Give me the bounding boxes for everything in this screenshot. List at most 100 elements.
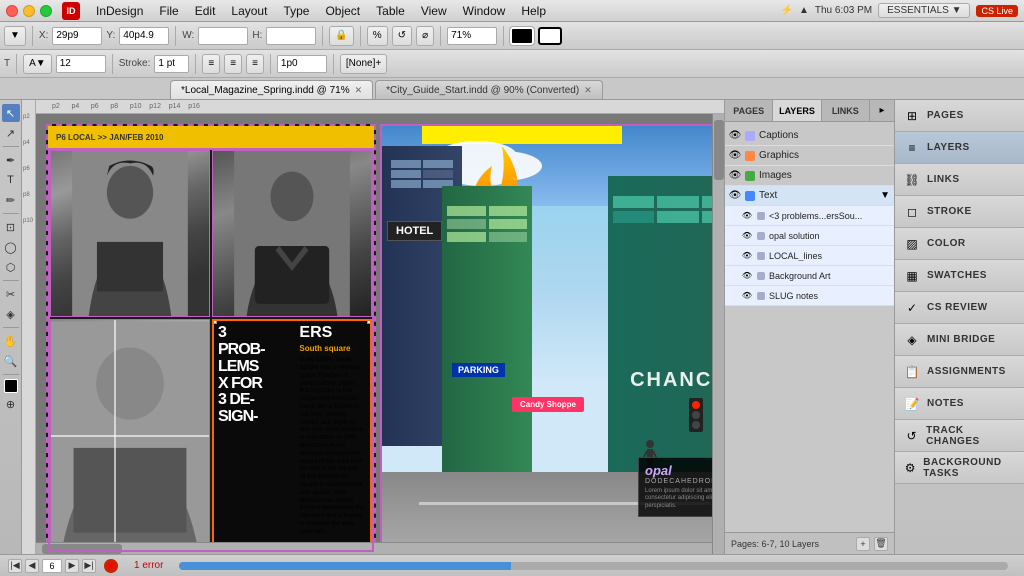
sidebar-item-background-tasks[interactable]: ⚙ BACKGROUND TASKS — [895, 452, 1024, 484]
h-size[interactable] — [266, 27, 316, 45]
page-number-input[interactable] — [42, 559, 62, 573]
eye-slug[interactable]: 👁 — [741, 290, 753, 302]
tool-gradient[interactable]: ◈ — [2, 305, 20, 323]
minimize-button[interactable] — [23, 5, 35, 17]
sidebar-item-mini-bridge[interactable]: ◈ MINI BRIDGE — [895, 324, 1024, 356]
sidebar-item-stroke[interactable]: ◻ STROKE — [895, 196, 1024, 228]
prev-page-btn[interactable]: ◀ — [25, 559, 39, 573]
expand-arrow[interactable]: ▼ — [880, 190, 890, 201]
next-page-btn[interactable]: ▶ — [65, 559, 79, 573]
font-size[interactable] — [56, 55, 106, 73]
tab-pages[interactable]: PAGES — [725, 100, 773, 121]
sidebar-item-layers[interactable]: ≡ LAYERS — [895, 132, 1024, 164]
tab-layers[interactable]: LAYERS — [773, 100, 821, 121]
scale-btn[interactable]: % — [367, 26, 388, 46]
sidebar-item-color[interactable]: ▨ COLOR — [895, 228, 1024, 260]
tool-scissors[interactable]: ✂ — [2, 285, 20, 303]
photo-woman[interactable] — [50, 150, 210, 317]
sidebar-item-cs-review[interactable]: ✓ CS REVIEW — [895, 292, 1024, 324]
menu-object[interactable]: Object — [317, 2, 368, 20]
menu-indesign[interactable]: InDesign — [88, 2, 151, 20]
align-center[interactable]: ≡ — [224, 54, 242, 74]
layer-captions[interactable]: 👁 Captions — [725, 126, 894, 146]
tab-close-1[interactable]: ✕ — [355, 85, 363, 96]
sidebar-item-notes[interactable]: 📝 NOTES — [895, 388, 1024, 420]
layer-bg-art[interactable]: 👁 Background Art — [725, 266, 894, 286]
canvas-area[interactable]: p2 p4 p6 p8 p10 p12 p14 p16 p2 p4 p6 p8 … — [22, 100, 724, 554]
tab-local-magazine[interactable]: *Local_Magazine_Spring.indd @ 71% ✕ — [170, 80, 373, 99]
last-page-btn[interactable]: ▶| — [82, 559, 96, 573]
layer-local-lines[interactable]: 👁 LOCAL_lines — [725, 246, 894, 266]
new-layer-btn[interactable]: + — [856, 537, 870, 551]
menu-window[interactable]: Window — [455, 2, 514, 20]
eye-opal[interactable]: 👁 — [741, 230, 753, 242]
tab-city-guide[interactable]: *City_Guide_Start.indd @ 90% (Converted)… — [375, 80, 603, 99]
tool-fill[interactable] — [4, 379, 18, 393]
tool-pen[interactable]: ✒ — [2, 151, 20, 169]
sidebar-item-links[interactable]: ⛓ LINKS — [895, 164, 1024, 196]
eye-bg-art[interactable]: 👁 — [741, 270, 753, 282]
menu-view[interactable]: View — [413, 2, 455, 20]
maximize-button[interactable] — [40, 5, 52, 17]
layer-images[interactable]: 👁 Images — [725, 166, 894, 186]
layer-problems[interactable]: 👁 <3 problems...ersSou... — [725, 206, 894, 226]
type-style-btn[interactable]: A▼ — [23, 54, 52, 74]
align-left[interactable]: ≡ — [202, 54, 220, 74]
panel-menu-btn[interactable]: ▸ — [870, 100, 894, 121]
tool-type[interactable]: T — [2, 171, 20, 189]
menu-table[interactable]: Table — [368, 2, 413, 20]
tool-hand[interactable]: ✋ — [2, 332, 20, 350]
tool-selector[interactable]: ▼ — [4, 26, 26, 46]
zoom-input[interactable] — [447, 27, 497, 45]
tab-close-2[interactable]: ✕ — [584, 85, 592, 96]
photo-man[interactable] — [212, 150, 372, 317]
scroll-thumb-h[interactable] — [42, 544, 122, 554]
tab-links[interactable]: LINKS — [822, 100, 870, 121]
essentials-button[interactable]: ESSENTIALS ▼ — [878, 3, 970, 18]
fill-btn[interactable] — [510, 27, 534, 45]
tool-zoom[interactable]: 🔍 — [2, 352, 20, 370]
stroke-weight[interactable] — [154, 55, 189, 73]
sidebar-item-swatches[interactable]: ▦ SWATCHES — [895, 260, 1024, 292]
y-position[interactable] — [119, 27, 169, 45]
tool-rect-frame[interactable]: ⊡ — [2, 218, 20, 236]
view-modes[interactable]: ⊕ — [2, 395, 20, 413]
sidebar-item-track-changes[interactable]: ↺ TRACK CHANGES — [895, 420, 1024, 452]
record-btn[interactable] — [104, 559, 118, 573]
layer-slug[interactable]: 👁 SLUG notes — [725, 286, 894, 306]
eye-graphics[interactable]: 👁 — [729, 150, 741, 162]
left-page[interactable]: P6 LOCAL >> JAN/FEB 2010 — [46, 124, 376, 554]
tool-ellipse-frame[interactable]: ◯ — [2, 238, 20, 256]
menu-layout[interactable]: Layout — [223, 2, 275, 20]
scroll-thumb-v[interactable] — [714, 120, 724, 180]
shear-btn[interactable]: ⌀ — [416, 26, 434, 46]
rotate-btn[interactable]: ↺ — [392, 26, 412, 46]
first-page-btn[interactable]: |◀ — [8, 559, 22, 573]
layer-text[interactable]: 👁 Text ▼ — [725, 186, 894, 206]
right-page[interactable]: HOTEL — [380, 124, 724, 554]
eye-problems[interactable]: 👁 — [741, 210, 753, 222]
scrollbar-vertical[interactable] — [712, 100, 724, 554]
menu-help[interactable]: Help — [513, 2, 554, 20]
transform-input[interactable] — [277, 55, 327, 73]
delete-layer-btn[interactable]: 🗑 — [874, 537, 888, 551]
align-right[interactable]: ≡ — [246, 54, 264, 74]
handle-tl[interactable] — [212, 319, 217, 324]
menu-type[interactable]: Type — [275, 2, 317, 20]
scrollbar-horizontal[interactable] — [22, 542, 712, 554]
layer-graphics[interactable]: 👁 Graphics — [725, 146, 894, 166]
x-position[interactable] — [52, 27, 102, 45]
photo-bald[interactable] — [50, 319, 210, 550]
tool-select[interactable]: ↖ — [2, 104, 20, 122]
eye-local-lines[interactable]: 👁 — [741, 250, 753, 262]
tool-pencil[interactable]: ✏ — [2, 191, 20, 209]
w-size[interactable] — [198, 27, 248, 45]
eye-text[interactable]: 👁 — [729, 190, 741, 202]
constrain-btn[interactable]: 🔒 — [329, 26, 353, 46]
menu-edit[interactable]: Edit — [187, 2, 224, 20]
stroke-color-btn[interactable] — [538, 27, 562, 45]
text-cell[interactable]: 3PROB-LEMSX FOR3 DE-SIGN- ERS South squa… — [212, 319, 372, 550]
tool-direct-select[interactable]: ↗ — [2, 124, 20, 142]
eye-captions[interactable]: 👁 — [729, 130, 741, 142]
sidebar-item-pages[interactable]: ⊞ PAGES — [895, 100, 1024, 132]
